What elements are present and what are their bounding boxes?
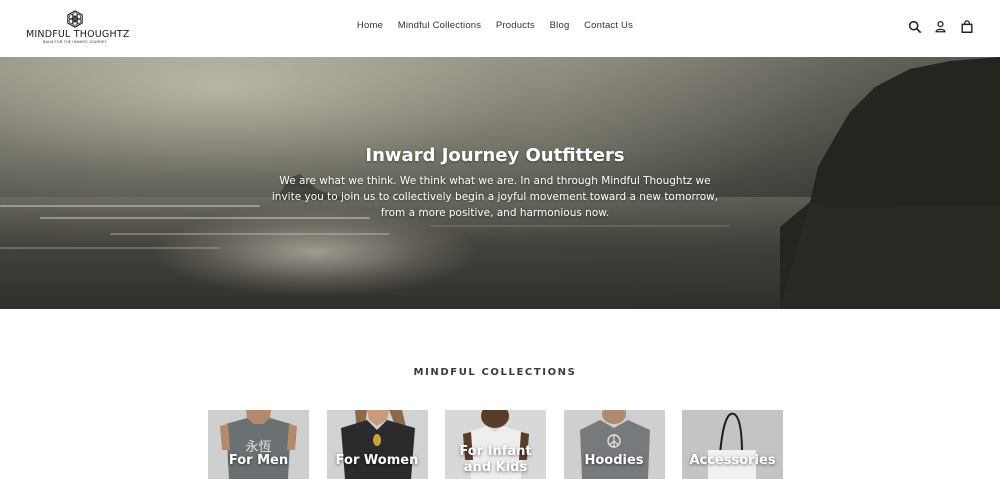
- collection-tile-accessories[interactable]: Accessories: [682, 410, 783, 479]
- collection-label-for-infant-and-kids: For Infant and Kids: [459, 444, 532, 475]
- collection-label-for-women: For Women: [335, 453, 419, 468]
- collection-tile-hoodies[interactable]: Hoodies: [563, 410, 665, 479]
- nav-home[interactable]: Home: [357, 20, 383, 31]
- collections-heading: MINDFUL COLLECTIONS: [413, 367, 577, 378]
- collection-tile-for-infant-and-kids[interactable]: For Infant and Kids: [445, 410, 546, 479]
- header-icons: [908, 19, 974, 35]
- site-header: MINDFUL THOUGHTZ BALM FOR THE INWARD JOU…: [0, 0, 1000, 57]
- collection-label-accessories: Accessories: [689, 453, 776, 468]
- main-nav: Home Mindful Collections Products Blog C…: [0, 20, 990, 31]
- nav-blog[interactable]: Blog: [550, 20, 570, 31]
- hero-wave: [0, 247, 220, 249]
- hero-wave: [0, 205, 260, 207]
- hero-wave: [430, 225, 730, 227]
- brand-tagline: BALM FOR THE INWARD JOURNEY: [43, 40, 107, 44]
- collection-tile-for-women[interactable]: For Women: [326, 410, 428, 479]
- nav-mindful-collections[interactable]: Mindful Collections: [398, 20, 482, 31]
- hero-title: Inward Journey Outfitters: [365, 145, 625, 166]
- hero-banner: Inward Journey Outfitters We are what we…: [0, 57, 1000, 309]
- account-icon[interactable]: [934, 20, 948, 34]
- collection-tile-for-men[interactable]: 永恆 For Men: [208, 410, 309, 479]
- collection-label-hoodies: Hoodies: [584, 453, 644, 468]
- hero-wave: [110, 233, 390, 235]
- hero-description: We are what we think. We think what we a…: [271, 175, 719, 219]
- hero-cliff: [780, 57, 1000, 309]
- collection-label-for-men: For Men: [228, 453, 289, 468]
- search-icon[interactable]: [908, 20, 922, 34]
- cart-icon[interactable]: [960, 20, 974, 34]
- nav-products[interactable]: Products: [496, 20, 535, 31]
- nav-contact-us[interactable]: Contact Us: [584, 20, 633, 31]
